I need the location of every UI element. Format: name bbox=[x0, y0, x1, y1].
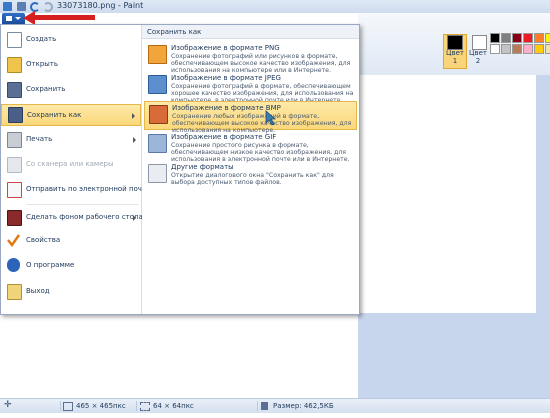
menu-item-label: Открыть bbox=[26, 60, 58, 68]
palette-color-swatch[interactable] bbox=[490, 33, 500, 43]
document-icon bbox=[6, 16, 12, 21]
save-option-title: Изображение в формате GIF bbox=[171, 133, 277, 141]
menu-item-email[interactable]: Отправить по электронной почте bbox=[1, 180, 150, 200]
submenu-header: Сохранить как bbox=[142, 25, 359, 39]
palette-color-swatch[interactable] bbox=[512, 33, 522, 43]
menu-item-print[interactable]: Печать bbox=[1, 130, 141, 150]
menu-item-label: Свойства bbox=[26, 236, 61, 244]
menu-item-label: Со сканера или камеры bbox=[26, 160, 114, 168]
menu-item-exit[interactable]: Выход bbox=[1, 282, 141, 302]
open-folder-icon bbox=[7, 57, 22, 73]
status-bar: ✛ 465 × 465пкс 64 × 64пкс Размер: 462,5К… bbox=[0, 398, 550, 413]
menu-item-label: Создать bbox=[26, 35, 57, 43]
gif-image-icon bbox=[148, 134, 167, 153]
color2-label: Цвет 2 bbox=[469, 49, 487, 65]
save-option-description: Сохранение фотографий или рисунков в фор… bbox=[171, 53, 351, 74]
menu-item-new[interactable]: Создать bbox=[1, 30, 141, 50]
menu-item-label: Сохранить bbox=[26, 85, 66, 93]
menu-item-save-as[interactable]: Сохранить как bbox=[1, 104, 141, 126]
save-option-jpeg[interactable]: Изображение в формате JPEG Сохранение фо… bbox=[144, 72, 357, 104]
image-size-icon bbox=[63, 402, 73, 411]
selection-size-text: 64 × 64пкс bbox=[153, 402, 194, 410]
chevron-right-icon bbox=[132, 113, 135, 119]
menu-item-label: Отправить по электронной почте bbox=[26, 185, 151, 193]
submenu-header-label: Сохранить как bbox=[147, 28, 202, 36]
palette-color-swatch[interactable] bbox=[534, 33, 544, 43]
exit-icon bbox=[7, 284, 22, 300]
info-icon bbox=[7, 258, 20, 272]
save-option-gif[interactable]: Изображение в формате GIF Сохранение про… bbox=[144, 131, 357, 163]
file-menu-button[interactable] bbox=[2, 13, 25, 24]
chevron-right-icon bbox=[133, 215, 136, 221]
chevron-down-icon bbox=[15, 17, 21, 20]
save-option-png[interactable]: Изображение в формате PNG Сохранение фот… bbox=[144, 42, 357, 74]
redo-icon[interactable] bbox=[43, 2, 53, 12]
palette-color-swatch[interactable] bbox=[534, 44, 544, 54]
palette-color-swatch[interactable] bbox=[545, 33, 550, 43]
window-title: 33073180.png - Paint bbox=[57, 1, 144, 10]
menu-item-label: О программе bbox=[26, 261, 75, 269]
palette-color-swatch[interactable] bbox=[512, 44, 522, 54]
palette-color-swatch[interactable] bbox=[545, 44, 550, 54]
properties-check-icon bbox=[7, 233, 21, 248]
email-icon bbox=[7, 182, 22, 198]
annotation-arrow-head bbox=[23, 11, 35, 25]
selection-size-icon bbox=[140, 402, 150, 411]
menu-item-about[interactable]: О программе bbox=[1, 256, 141, 276]
jpeg-image-icon bbox=[148, 75, 167, 94]
menu-item-scanner[interactable]: Со сканера или камеры bbox=[1, 155, 141, 175]
save-option-bmp[interactable]: Изображение в формате BMP Сохранение люб… bbox=[144, 101, 357, 134]
title-bar: 33073180.png - Paint bbox=[0, 0, 550, 13]
status-divider bbox=[60, 401, 61, 411]
save-option-title: Изображение в формате JPEG bbox=[171, 74, 281, 82]
save-as-icon bbox=[8, 107, 23, 123]
palette-color-swatch[interactable] bbox=[523, 44, 533, 54]
save-option-description: Сохранение простого рисунка в формате, о… bbox=[171, 142, 350, 163]
chevron-right-icon bbox=[133, 137, 136, 143]
scanner-icon bbox=[7, 157, 22, 173]
mouse-cursor-icon bbox=[265, 110, 277, 126]
color1-swatch bbox=[447, 35, 463, 50]
menu-item-label: Печать bbox=[26, 135, 53, 143]
bmp-image-icon bbox=[149, 105, 168, 124]
other-formats-icon bbox=[148, 164, 167, 183]
color1-label: Цвет 1 bbox=[446, 49, 464, 65]
annotation-arrow-shaft bbox=[33, 15, 95, 20]
save-disk-icon bbox=[7, 82, 22, 98]
save-quick-icon[interactable] bbox=[17, 2, 26, 11]
save-option-other[interactable]: Другие форматы Открытие диалогового окна… bbox=[144, 161, 357, 190]
palette-color-swatch[interactable] bbox=[501, 33, 511, 43]
paint-app-icon[interactable] bbox=[3, 2, 12, 11]
menu-item-label: Сохранить как bbox=[27, 111, 82, 119]
save-as-submenu: Сохранить как Изображение в формате PNG … bbox=[142, 25, 359, 314]
menu-item-label: Выход bbox=[26, 287, 50, 295]
file-menu: Создать Открыть Сохранить Сохранить как … bbox=[0, 24, 360, 315]
menu-item-properties[interactable]: Свойства bbox=[1, 231, 141, 251]
png-image-icon bbox=[148, 45, 167, 64]
menu-item-open[interactable]: Открыть bbox=[1, 55, 141, 75]
color2-button[interactable] bbox=[472, 35, 487, 50]
file-size-icon bbox=[261, 402, 268, 410]
drawing-canvas[interactable] bbox=[358, 75, 536, 313]
image-size-text: 465 × 465пкс bbox=[76, 402, 126, 410]
save-option-description: Открытие диалогового окна "Сохранить как… bbox=[171, 172, 334, 186]
palette-color-swatch[interactable] bbox=[501, 44, 511, 54]
cursor-position-icon: ✛ bbox=[4, 400, 12, 410]
printer-icon bbox=[7, 132, 22, 148]
menu-item-desktop-background[interactable]: Сделать фоном рабочего стола bbox=[1, 208, 143, 228]
menu-separator bbox=[26, 204, 138, 205]
desktop-background-icon bbox=[7, 210, 22, 226]
file-menu-commands: Создать Открыть Сохранить Сохранить как … bbox=[1, 25, 150, 314]
new-file-icon bbox=[7, 32, 22, 48]
palette-color-swatch[interactable] bbox=[523, 33, 533, 43]
status-divider bbox=[257, 401, 258, 411]
file-size-text: Размер: 462,5КБ bbox=[273, 402, 334, 410]
menu-item-label: Сделать фоном рабочего стола bbox=[26, 213, 143, 221]
save-option-title: Другие форматы bbox=[171, 163, 234, 171]
menu-item-save[interactable]: Сохранить bbox=[1, 80, 141, 100]
status-divider bbox=[136, 401, 137, 411]
palette-color-swatch[interactable] bbox=[490, 44, 500, 54]
save-option-title: Изображение в формате PNG bbox=[171, 44, 280, 52]
